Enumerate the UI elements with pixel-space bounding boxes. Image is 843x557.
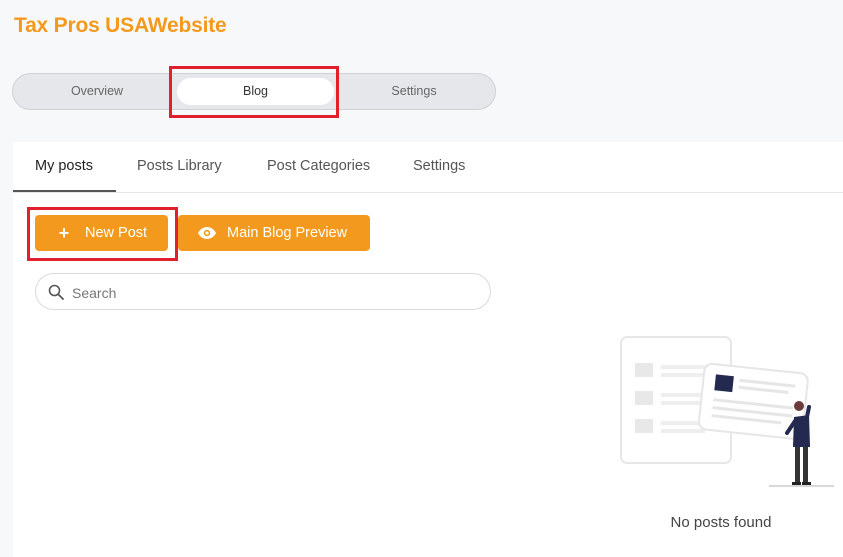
highlight-new-post-box [27, 207, 178, 261]
search-box [35, 273, 491, 310]
site-title: Tax Pros USAWebsite [14, 14, 227, 37]
tab-settings[interactable]: Settings [413, 158, 465, 174]
active-tab-indicator [13, 190, 116, 192]
segment-settings[interactable]: Settings [333, 78, 495, 105]
main-blog-preview-button[interactable]: Main Blog Preview [178, 215, 370, 251]
search-icon [48, 284, 64, 305]
eye-icon [198, 215, 216, 251]
segment-overview[interactable]: Overview [16, 78, 178, 105]
tab-posts-library[interactable]: Posts Library [137, 158, 222, 174]
highlight-blog-box [169, 66, 339, 118]
main-blog-preview-label: Main Blog Preview [227, 225, 348, 241]
blog-panel: My posts Posts Library Post Categories S… [13, 142, 843, 557]
tab-my-posts[interactable]: My posts [35, 158, 93, 174]
empty-state-text: No posts found [670, 514, 772, 531]
empty-posts-illustration [619, 335, 839, 500]
blog-tabs: My posts Posts Library Post Categories S… [13, 142, 843, 193]
search-input[interactable] [70, 282, 474, 304]
tab-post-categories[interactable]: Post Categories [267, 158, 370, 174]
